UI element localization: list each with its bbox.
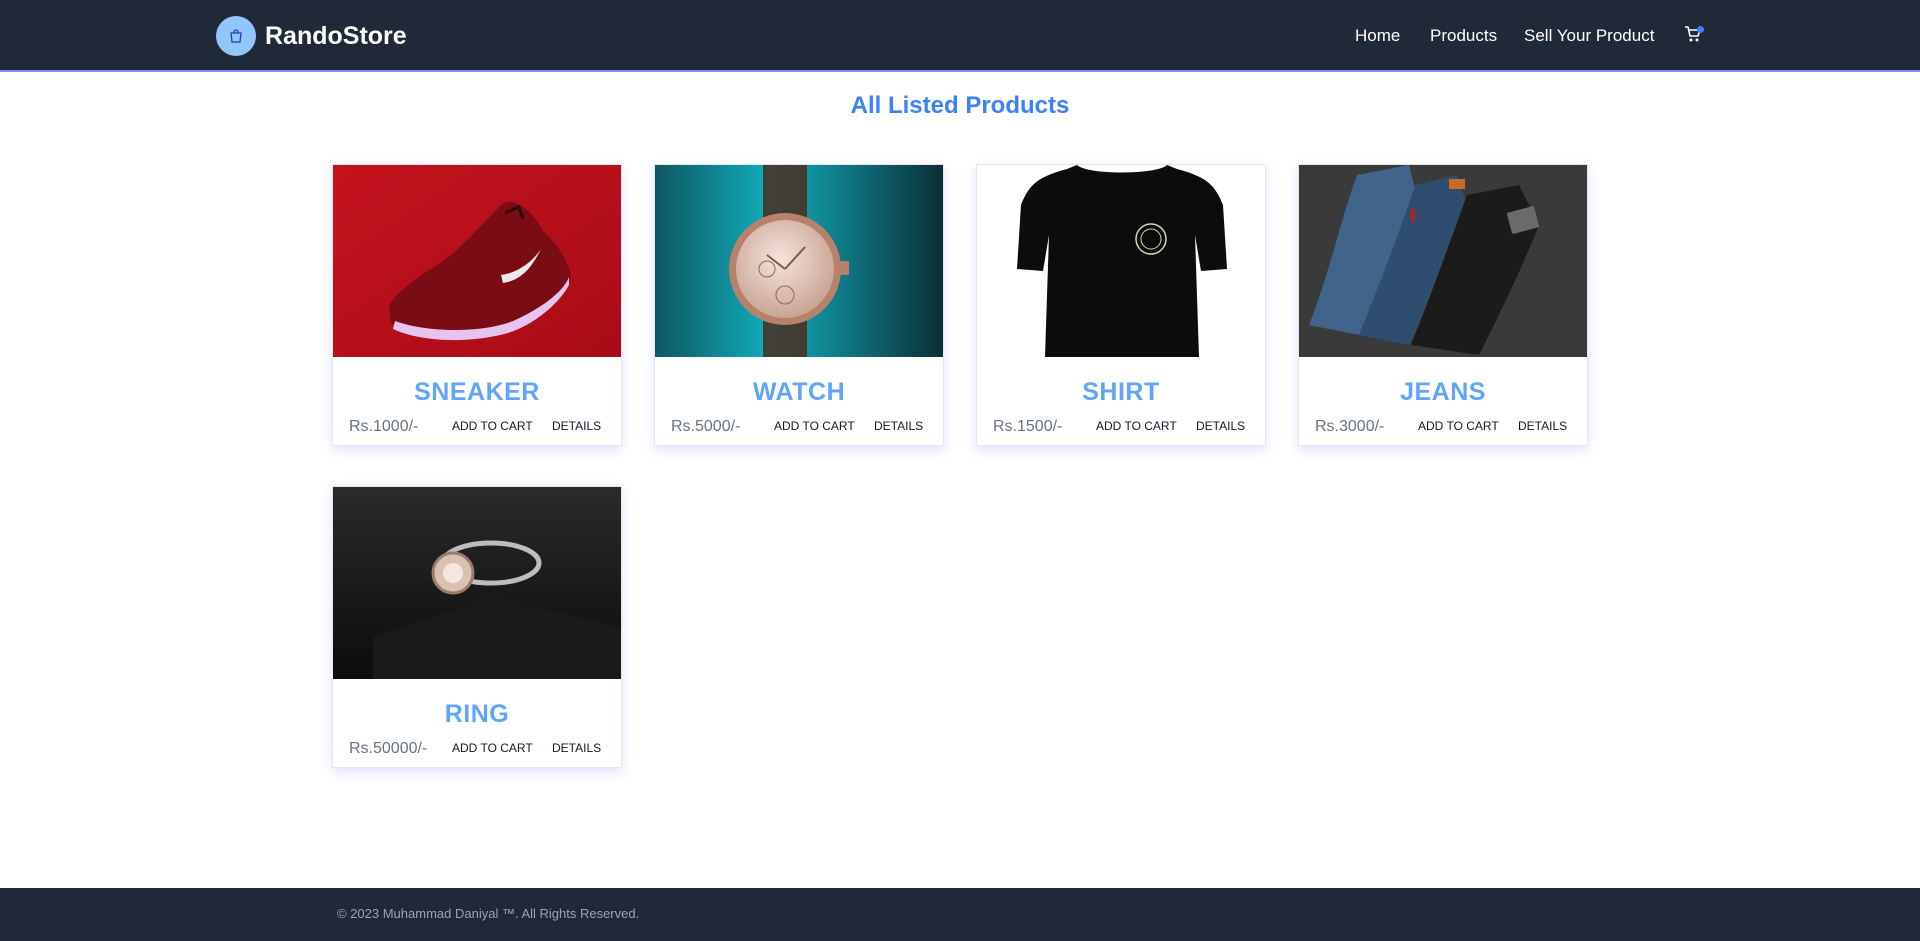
details-button[interactable]: DETAILS (552, 419, 601, 433)
product-name: JEANS (1400, 378, 1486, 406)
product-price: Rs.3000/- (1315, 418, 1385, 435)
details-button[interactable]: DETAILS (1518, 419, 1567, 433)
product-price: Rs.50000/- (349, 740, 428, 757)
cart-button[interactable] (1683, 24, 1707, 48)
navbar: RandoStore Home Products Sell Your Produ… (0, 0, 1920, 72)
cart-badge (1697, 26, 1704, 33)
product-card: SNEAKER Rs.1000/- ADD TO CART DETAILS (332, 164, 622, 446)
add-to-cart-button[interactable]: ADD TO CART (774, 419, 855, 433)
product-name: WATCH (752, 378, 846, 406)
product-card: JEANS Rs.3000/- ADD TO CART DETAILS (1298, 164, 1588, 446)
nav-links: Home Products Sell Your Product (0, 22, 1920, 50)
page-title: All Listed Products (850, 92, 1070, 119)
footer-copyright: © 2023 Muhammad Daniyal ™. All Rights Re… (337, 906, 640, 921)
add-to-cart-button[interactable]: ADD TO CART (1096, 419, 1177, 433)
ring-image[interactable] (333, 487, 621, 679)
add-to-cart-button[interactable]: ADD TO CART (452, 741, 533, 755)
add-to-cart-button[interactable]: ADD TO CART (452, 419, 533, 433)
product-price: Rs.1500/- (993, 418, 1063, 435)
details-button[interactable]: DETAILS (1196, 419, 1245, 433)
product-price: Rs.1000/- (349, 418, 419, 435)
product-card: SHIRT Rs.1500/- ADD TO CART DETAILS (976, 164, 1266, 446)
product-name: SHIRT (1082, 378, 1160, 406)
nav-home[interactable]: Home (1355, 22, 1400, 50)
shirt-image[interactable] (977, 165, 1265, 357)
sneaker-image[interactable] (333, 165, 621, 357)
details-button[interactable]: DETAILS (552, 741, 601, 755)
product-name: RING (444, 700, 510, 728)
jeans-image[interactable] (1299, 165, 1587, 357)
watch-image[interactable] (655, 165, 943, 357)
product-price: Rs.5000/- (671, 418, 741, 435)
product-card: RING Rs.50000/- ADD TO CART DETAILS (332, 486, 622, 768)
product-card: WATCH Rs.5000/- ADD TO CART DETAILS (654, 164, 944, 446)
product-name: SNEAKER (414, 378, 540, 406)
footer: © 2023 Muhammad Daniyal ™. All Rights Re… (0, 888, 1920, 941)
nav-sell-your-product[interactable]: Sell Your Product (1524, 22, 1654, 50)
details-button[interactable]: DETAILS (874, 419, 923, 433)
nav-products[interactable]: Products (1430, 22, 1497, 50)
add-to-cart-button[interactable]: ADD TO CART (1418, 419, 1499, 433)
